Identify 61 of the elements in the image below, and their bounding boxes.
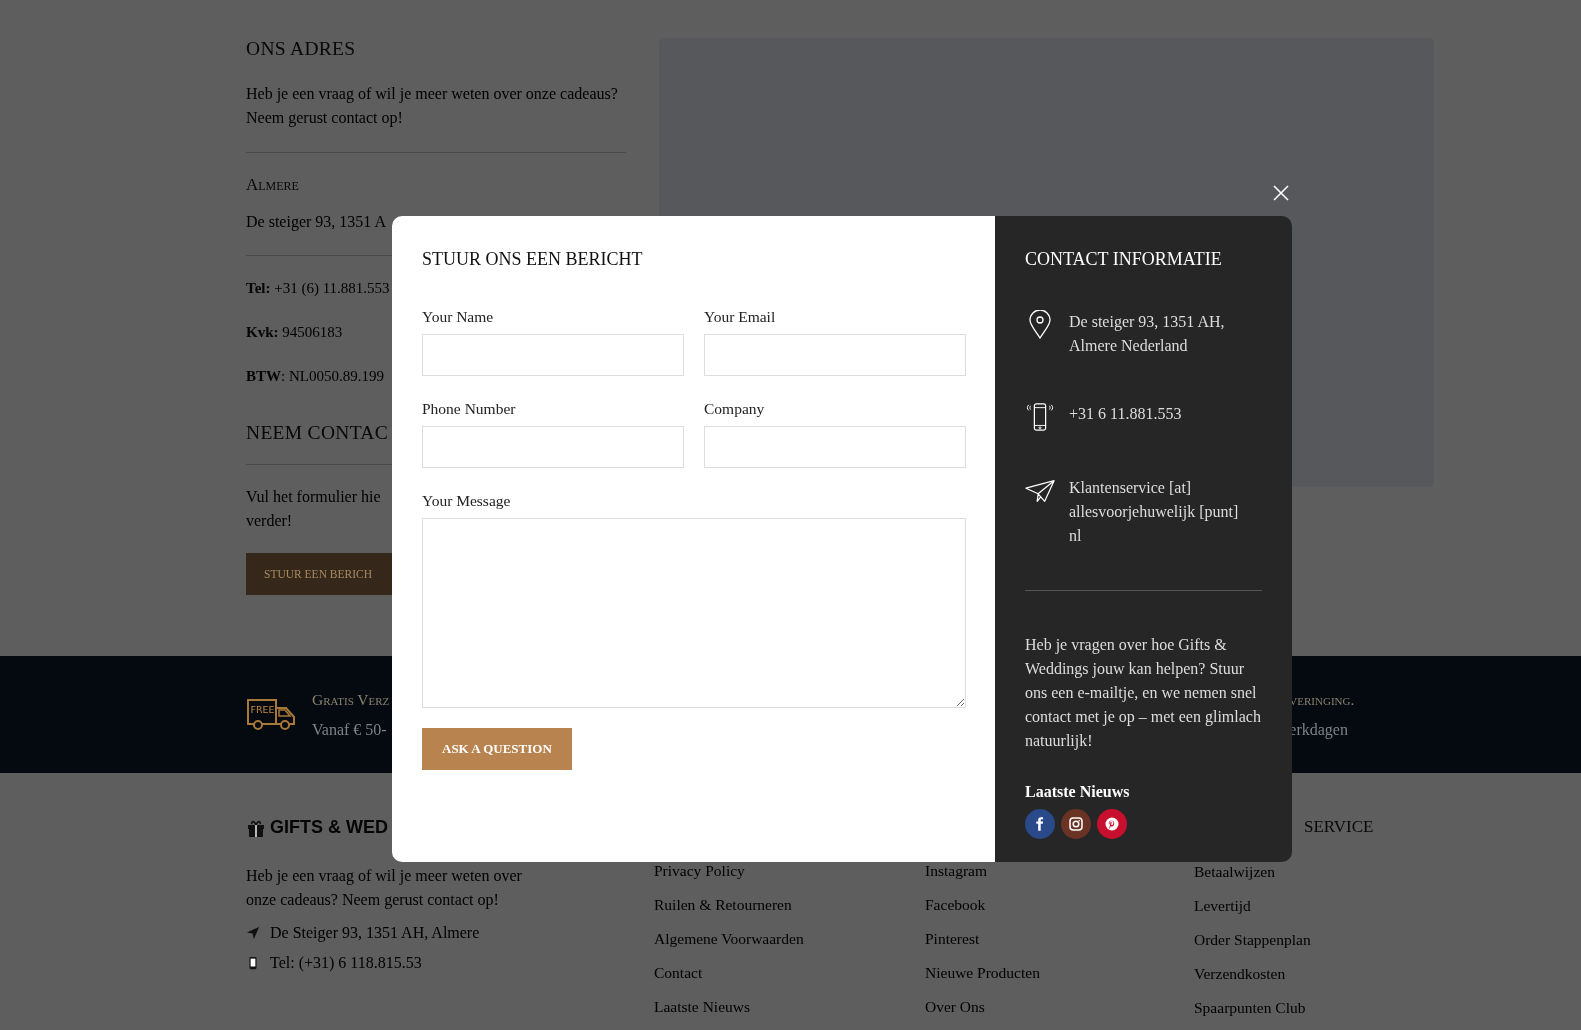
contact-text: verder! [246, 511, 293, 531]
footer-link[interactable]: Instagram [925, 859, 987, 883]
field-label: Your Message [422, 492, 512, 510]
field-label: Your Email [704, 308, 777, 326]
feature-subtitle: Vanaf € 50- [312, 720, 388, 739]
footer-link[interactable]: Verzendkosten [1194, 962, 1286, 986]
contact-info-text: De steiger 93, 1351 AH, Almere Nederland [1069, 312, 1226, 356]
footer-link[interactable]: Over Ons [925, 995, 985, 1019]
pinterest-icon [1105, 817, 1119, 831]
detail-text: Kvk: 94506183 [246, 323, 344, 342]
contact-info-text: +31 6 11.881.553 [1069, 404, 1183, 424]
instagram-button[interactable] [1061, 809, 1091, 839]
location-arrow-icon [246, 926, 260, 940]
send-message-button[interactable]: STUUR EEN BERICH [246, 553, 392, 595]
input-field[interactable] [422, 334, 684, 376]
info-text: Heb je vragen over hoe Gifts & Weddings jouw kan helpen? Stuur ons een e-mailtje, en we nemen snel contact met je op – met een glimlach natuurlijk! [1025, 635, 1262, 752]
news-heading: Laatste Nieuws [1025, 783, 1131, 801]
column-heading: SERVICE [1304, 817, 1374, 837]
modal-title: STUUR ONS EEN BERICHT [422, 248, 644, 270]
footer-link[interactable]: Ruilen & Retourneren [654, 893, 792, 917]
intro-text: Heb je een vraag of wil je meer weten over onze cadeaus? Neem gerust contact op! [246, 84, 619, 129]
footer-link[interactable]: Levertijd [1194, 894, 1251, 918]
smartphone-icon [1025, 402, 1055, 432]
input-field[interactable] [422, 426, 684, 468]
facebook-button[interactable] [1025, 809, 1055, 839]
footer-link[interactable]: Nieuwe Producten [925, 961, 1040, 985]
city-heading: Almere [246, 175, 300, 195]
facebook-icon [1036, 817, 1044, 831]
section-heading: ONS ADRES [246, 38, 357, 60]
contact-line: Tel: (+31) 6 118.815.53 [270, 954, 422, 972]
address-text: De steiger 93, 1351 A [246, 213, 387, 231]
instagram-icon [1069, 817, 1083, 831]
close-icon[interactable] [1271, 183, 1291, 203]
contact-text: Vul het formulier hie [246, 487, 381, 507]
footer-link[interactable]: Order Stappenplan [1194, 928, 1311, 952]
detail-text: Tel: +31 (6) 11.881.553 [246, 279, 391, 298]
footer-link[interactable]: Privacy Policy [654, 859, 745, 883]
section-heading: NEEM CONTAC [246, 422, 390, 444]
pinterest-button[interactable] [1097, 809, 1127, 839]
footer-link[interactable]: Facebook [925, 893, 986, 917]
about-text: Heb je een vraag of wil je meer weten over onze cadeaus? Neem gerust contact op! [246, 866, 523, 911]
contact-info-text: Klantenservice [at] allesvoorjehuwelijk [punt] nl [1069, 478, 1240, 546]
site-logo[interactable]: GIFTS & WED [246, 817, 388, 838]
footer-link[interactable]: Algemene Voorwaarden [654, 927, 804, 951]
footer-link[interactable]: Betaalwijzen [1194, 860, 1275, 884]
ask-question-button[interactable]: ASK A QUESTION [422, 728, 572, 770]
footer-link[interactable]: Pinterest [925, 927, 980, 951]
feature-title: Gratis Verz [312, 690, 390, 709]
field-label: Company [704, 400, 766, 418]
input-field[interactable] [704, 334, 966, 376]
field-label: Your Name [422, 308, 495, 326]
footer-link[interactable]: Laatste Nieuws [654, 995, 750, 1019]
footer-link[interactable]: Contact [654, 961, 703, 985]
detail-text: BTW: NL0050.89.199 [246, 367, 385, 386]
feature-title: veringing. [1289, 690, 1355, 709]
input-field[interactable] [704, 426, 966, 468]
field-label: Phone Number [422, 400, 517, 418]
panel-title: CONTACT INFORMATIE [1025, 248, 1223, 270]
contact-line: De Steiger 93, 1351 AH, Almere [270, 924, 480, 942]
footer-link[interactable]: Spaarpunten Club [1194, 996, 1306, 1020]
message-field[interactable] [422, 518, 966, 708]
